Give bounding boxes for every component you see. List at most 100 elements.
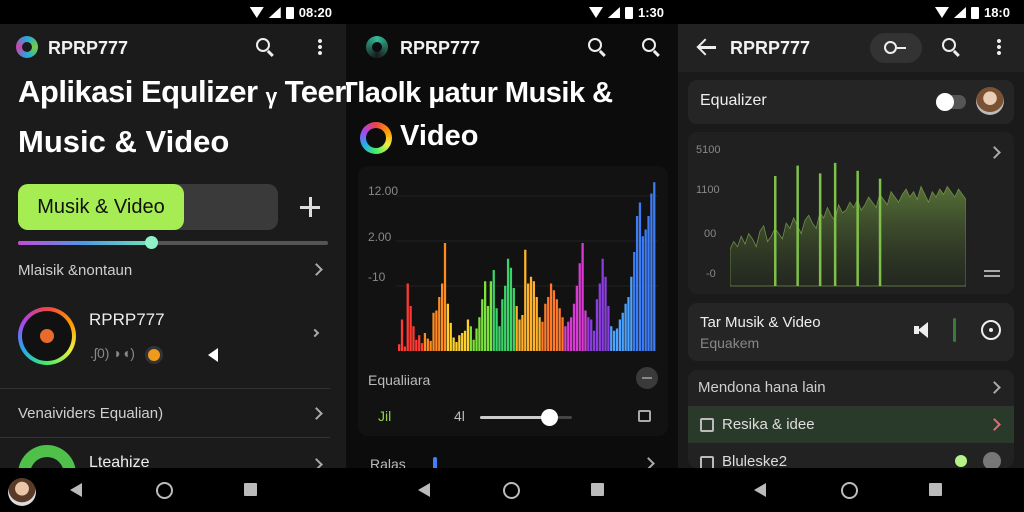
nav-back-icon[interactable]	[754, 483, 766, 497]
spectrum-card: 5100 1100 00 -0	[688, 132, 1014, 294]
spectrum-bar	[598, 283, 601, 351]
track-label[interactable]: Tar Musik & Video	[700, 314, 821, 331]
volume-slider[interactable]	[18, 236, 328, 249]
playback-dot-icon[interactable]	[145, 346, 163, 364]
spectrum-bar	[532, 281, 535, 351]
collapse-button[interactable]	[636, 367, 658, 389]
spectrum-bar	[418, 335, 421, 351]
spectrum-bar	[592, 330, 596, 351]
status-time: 18:0	[983, 5, 1010, 20]
document-icon	[700, 418, 714, 432]
search-icon[interactable]	[642, 38, 656, 52]
settings-ring-icon[interactable]	[981, 320, 1001, 340]
spectrum-bar	[501, 299, 504, 351]
spectrum-bar	[647, 216, 650, 351]
spectrum-spike	[833, 162, 837, 286]
y-tick-label: 1100	[696, 184, 720, 196]
avatar[interactable]	[976, 87, 1004, 115]
search-icon[interactable]	[256, 38, 270, 52]
nav-recents-icon[interactable]	[929, 483, 942, 496]
vinyl-record-icon	[18, 307, 76, 365]
spectrum-bar	[653, 182, 656, 351]
section-header[interactable]: Mlaisik &nontaun	[18, 262, 132, 279]
spectrum-bar	[535, 297, 538, 351]
rewind-icon[interactable]	[208, 348, 218, 362]
page-headline: Tlaolk µatur Musik &	[346, 77, 613, 109]
spectrum-bar	[638, 202, 642, 351]
back-arrow-icon[interactable]	[696, 38, 716, 56]
spectrum-bar	[432, 312, 435, 351]
spectrum-area-chart	[730, 162, 966, 287]
chevron-right-icon[interactable]	[310, 407, 323, 420]
search-icon[interactable]	[588, 38, 602, 52]
spectrum-bar	[601, 258, 604, 351]
spectrum-bar	[549, 283, 553, 351]
section-header-2[interactable]: Venaividers Equalian)	[18, 405, 163, 422]
nav-home-icon[interactable]	[156, 482, 173, 499]
spectrum-bar	[398, 344, 401, 351]
nav-recents-icon[interactable]	[591, 483, 604, 496]
spectrum-bar	[650, 193, 653, 351]
spectrum-bar	[452, 337, 455, 351]
nav-recents-icon[interactable]	[244, 483, 257, 496]
menu-lines-icon[interactable]	[984, 270, 1000, 277]
spectrum-bar	[610, 326, 613, 351]
search-filter-button[interactable]	[870, 33, 922, 63]
eq-slider[interactable]	[480, 409, 572, 426]
volume-slider-fill	[18, 241, 152, 245]
divider	[0, 388, 330, 389]
page-headline-line2: Music & Video	[18, 124, 230, 159]
spectrum-chart	[396, 182, 658, 352]
spectrum-bar	[604, 276, 607, 351]
speaker-icon[interactable]	[914, 322, 928, 338]
eq-slider-knob[interactable]	[541, 409, 558, 426]
spectrum-bar	[567, 321, 570, 351]
volume-slider-thumb[interactable]	[145, 236, 159, 249]
spectrum-bar	[635, 216, 639, 351]
spectrum-bar	[478, 317, 481, 351]
app-title: RPRP777	[400, 38, 481, 58]
wifi-icon	[588, 7, 603, 18]
list-item[interactable]: Resika & idee	[722, 416, 815, 433]
y-tick-label: -0	[706, 268, 716, 280]
nav-back-icon[interactable]	[418, 483, 430, 497]
spectrum-bar	[581, 243, 584, 351]
spectrum-bar	[486, 306, 490, 351]
nav-home-icon[interactable]	[841, 482, 858, 499]
eq-slider-fill	[480, 416, 549, 419]
spectrum-bar	[403, 346, 406, 351]
search-icon[interactable]	[942, 38, 956, 52]
spectrum-bar	[423, 333, 427, 351]
spectrum-bar	[472, 339, 475, 351]
navigation-bar	[0, 468, 346, 512]
tab-musik-video[interactable]: Musik & Video	[18, 184, 184, 230]
spectrum-bar	[461, 333, 464, 351]
spectrum-bar	[426, 338, 429, 352]
track-title[interactable]: RPRP777	[89, 310, 165, 330]
app-logo-icon	[16, 36, 38, 58]
add-icon[interactable]	[300, 197, 320, 217]
battery-icon	[624, 6, 633, 19]
equalizer-toggle[interactable]	[936, 93, 966, 111]
spectrum-bar	[406, 283, 409, 351]
spectrum-bar	[469, 326, 472, 351]
chevron-right-icon[interactable]	[988, 146, 1001, 159]
status-dot	[955, 455, 967, 467]
nav-back-icon[interactable]	[70, 483, 82, 497]
spectrum-bar	[564, 326, 567, 351]
more-menu-icon[interactable]	[318, 38, 322, 56]
spectrum-bar	[512, 288, 515, 351]
spectrum-bar	[527, 283, 530, 351]
chevron-right-icon[interactable]	[310, 328, 320, 338]
page-headline: Aplikasi Equlizer ᵧ Teer	[18, 74, 346, 109]
list-item[interactable]: Mendona hana lain	[698, 379, 826, 396]
spectrum-spike	[856, 170, 859, 286]
spectrum-bar	[644, 229, 647, 351]
avatar[interactable]	[8, 478, 36, 506]
preset-icon[interactable]	[638, 410, 651, 422]
wifi-icon	[249, 7, 264, 18]
chevron-right-icon[interactable]	[310, 263, 323, 276]
spectrum-bar	[429, 340, 432, 352]
nav-home-icon[interactable]	[503, 482, 520, 499]
more-menu-icon[interactable]	[997, 38, 1001, 56]
